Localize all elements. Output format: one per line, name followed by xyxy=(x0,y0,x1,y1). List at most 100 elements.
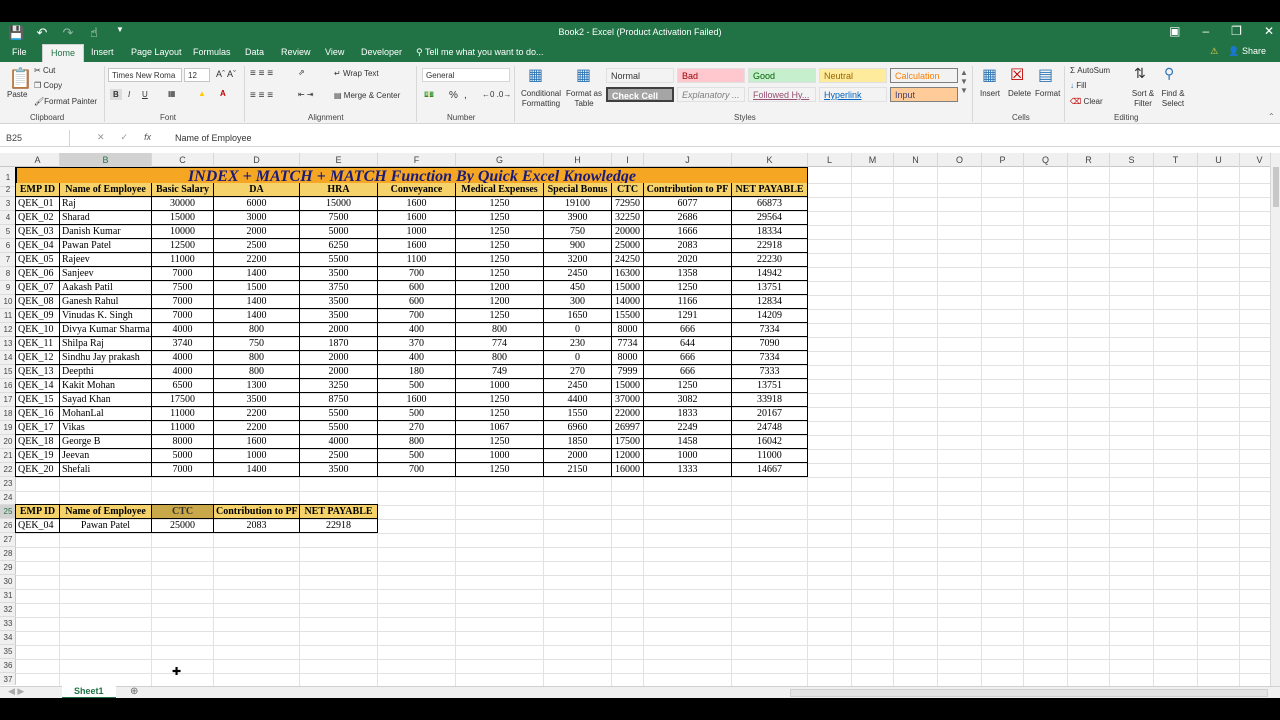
table-cell[interactable]: 3740 xyxy=(152,337,214,351)
table-cell[interactable]: 22230 xyxy=(732,253,808,267)
column-header-D[interactable]: D xyxy=(214,153,300,167)
table-cell[interactable]: 3500 xyxy=(300,295,378,309)
table-cell[interactable]: 1600 xyxy=(378,239,456,253)
table-cell[interactable]: 7333 xyxy=(732,365,808,379)
column-header-M[interactable]: M xyxy=(852,153,894,167)
table-cell[interactable]: 8750 xyxy=(300,393,378,407)
table-cell[interactable]: 33918 xyxy=(732,393,808,407)
table-cell[interactable]: 2000 xyxy=(300,351,378,365)
table-cell[interactable]: 14942 xyxy=(732,267,808,281)
table-cell[interactable]: 8000 xyxy=(612,323,644,337)
insert-cells-icon[interactable]: ▦ xyxy=(982,65,997,85)
table-cell[interactable]: 16300 xyxy=(612,267,644,281)
table-cell[interactable]: 1250 xyxy=(456,435,544,449)
table-cell[interactable]: 7000 xyxy=(152,295,214,309)
table-cell[interactable]: 3500 xyxy=(300,267,378,281)
table-cell[interactable]: 230 xyxy=(544,337,612,351)
table-cell[interactable]: QEK_20 xyxy=(16,463,60,477)
tab-formulas[interactable]: Formulas xyxy=(193,47,231,57)
row-header-23[interactable]: 23 xyxy=(0,477,16,491)
table-cell[interactable]: QEK_01 xyxy=(16,197,60,211)
vertical-scrollbar[interactable] xyxy=(1270,153,1280,686)
tab-data[interactable]: Data xyxy=(245,47,264,57)
table-cell[interactable]: 15000 xyxy=(152,211,214,225)
table-cell[interactable]: 1250 xyxy=(456,197,544,211)
ribbon-display-icon[interactable]: ▣ xyxy=(1169,24,1180,38)
table-cell[interactable]: 3500 xyxy=(300,309,378,323)
sheet-nav-icons[interactable]: ◀ ▶ xyxy=(8,686,24,697)
row-header-10[interactable]: 10 xyxy=(0,295,16,309)
table-cell[interactable]: 6000 xyxy=(214,197,300,211)
row-header-35[interactable]: 35 xyxy=(0,645,16,659)
table-cell[interactable]: 1000 xyxy=(214,449,300,463)
sort-filter-button[interactable]: Sort & Filter xyxy=(1128,89,1158,109)
table-cell[interactable]: 11000 xyxy=(152,253,214,267)
share-button[interactable]: 👤 Share xyxy=(1228,46,1266,57)
font-size-combo[interactable]: 12 xyxy=(184,68,210,82)
delete-cells-button[interactable]: Delete xyxy=(1008,89,1031,98)
column-header-H[interactable]: H xyxy=(544,153,612,167)
table-cell[interactable]: 5000 xyxy=(152,449,214,463)
row-header-18[interactable]: 18 xyxy=(0,407,16,421)
sort-filter-icon[interactable]: ⇅ xyxy=(1134,65,1146,82)
table-cell[interactable]: 16042 xyxy=(732,435,808,449)
table-cell[interactable]: QEK_16 xyxy=(16,407,60,421)
table-cell[interactable]: 3900 xyxy=(544,211,612,225)
table-cell[interactable]: Danish Kumar xyxy=(60,225,152,239)
indent-icons[interactable]: ⇤ ⇥ xyxy=(298,90,314,99)
table-cell[interactable]: 1250 xyxy=(644,379,732,393)
table-cell[interactable]: 1200 xyxy=(456,295,544,309)
table-cell[interactable]: Vinudas K. Singh xyxy=(60,309,152,323)
table-cell[interactable]: 2200 xyxy=(214,407,300,421)
table-cell[interactable]: Shefali xyxy=(60,463,152,477)
bold-button[interactable]: B xyxy=(110,89,122,100)
table-cell[interactable]: 7000 xyxy=(152,267,214,281)
table-cell[interactable]: 1250 xyxy=(456,225,544,239)
table-cell[interactable]: Pawan Patel xyxy=(60,239,152,253)
row-header-32[interactable]: 32 xyxy=(0,603,16,617)
table-cell[interactable]: 400 xyxy=(378,323,456,337)
table-cell[interactable]: QEK_11 xyxy=(16,337,60,351)
style-good[interactable]: Good xyxy=(748,68,816,83)
format-cells-icon[interactable]: ▤ xyxy=(1038,65,1053,85)
merge-center-button[interactable]: ▤ Merge & Center xyxy=(334,91,400,100)
row-header-25[interactable]: 25 xyxy=(0,505,16,519)
table-cell[interactable]: 1250 xyxy=(456,239,544,253)
table-cell[interactable]: 1666 xyxy=(644,225,732,239)
table-cell[interactable]: 18334 xyxy=(732,225,808,239)
row-header-28[interactable]: 28 xyxy=(0,547,16,561)
table-cell[interactable]: 6500 xyxy=(152,379,214,393)
tell-me-box[interactable]: ⚲ Tell me what you want to do... xyxy=(416,47,544,58)
clear-button[interactable]: ⌫ Clear xyxy=(1070,97,1103,106)
horizontal-align-icons[interactable]: ≡ ≡ ≡ xyxy=(250,90,273,101)
lookup-header-cell[interactable]: CTC xyxy=(152,505,214,519)
table-cell[interactable]: 24748 xyxy=(732,421,808,435)
collapse-ribbon-icon[interactable]: ⌃ xyxy=(1268,112,1275,121)
table-cell[interactable]: 3500 xyxy=(300,463,378,477)
table-cell[interactable]: 2000 xyxy=(300,365,378,379)
lookup-value-cell[interactable]: 22918 xyxy=(300,519,378,533)
table-cell[interactable]: 450 xyxy=(544,281,612,295)
table-cell[interactable]: QEK_10 xyxy=(16,323,60,337)
table-cell[interactable]: 1250 xyxy=(456,211,544,225)
row-header-24[interactable]: 24 xyxy=(0,491,16,505)
table-cell[interactable]: 1650 xyxy=(544,309,612,323)
table-cell[interactable]: Deepthi xyxy=(60,365,152,379)
table-cell[interactable]: 1400 xyxy=(214,267,300,281)
table-cell[interactable]: 7000 xyxy=(152,463,214,477)
table-cell[interactable]: 1250 xyxy=(456,393,544,407)
warning-icon[interactable]: ⚠ xyxy=(1210,46,1218,57)
table-cell[interactable]: 7500 xyxy=(300,211,378,225)
table-cell[interactable]: QEK_13 xyxy=(16,365,60,379)
table-cell[interactable]: 12500 xyxy=(152,239,214,253)
style-followed-hyperlink[interactable]: Followed Hy... xyxy=(748,87,816,102)
table-cell[interactable]: 666 xyxy=(644,323,732,337)
table-cell[interactable]: 2450 xyxy=(544,379,612,393)
table-cell[interactable]: 17500 xyxy=(152,393,214,407)
lookup-header-cell[interactable]: Contribution to PF xyxy=(214,505,300,519)
style-check-cell[interactable]: Check Cell xyxy=(606,87,674,102)
style-explanatory[interactable]: Explanatory ... xyxy=(677,87,745,102)
table-cell[interactable]: 1000 xyxy=(644,449,732,463)
table-cell[interactable]: 500 xyxy=(378,407,456,421)
table-cell[interactable]: 4000 xyxy=(152,365,214,379)
